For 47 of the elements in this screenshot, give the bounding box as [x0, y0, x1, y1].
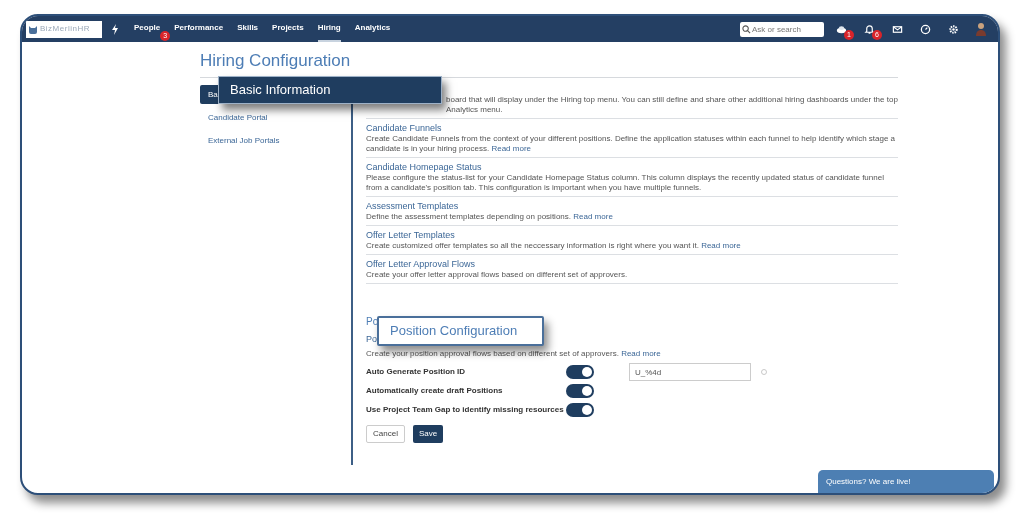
section-description: Create your offer letter approval flows based on different set of approvers.	[366, 270, 629, 280]
section-description: board that will display under the Hiring top menu. You can still define and share other additional hiring dashboards under the top Analytics menu.	[446, 95, 898, 115]
read-more-link[interactable]: Read more	[621, 349, 661, 358]
bolt-icon[interactable]	[111, 23, 119, 35]
nav-tab[interactable]: Skills	[237, 16, 259, 42]
chat-button[interactable]: Questions? We are live!	[818, 470, 994, 493]
section-description: Create your position approval flows based on different set of approvers. Read more	[366, 349, 661, 359]
save-button[interactable]: Save	[412, 425, 444, 443]
position-id-field[interactable]: U_%4d	[629, 363, 751, 381]
nav-tab[interactable]: Projects	[272, 16, 304, 42]
section-title[interactable]: Assessment Templates	[366, 200, 898, 212]
section-description: Define the assessment templates depending on positions. Read more	[366, 212, 614, 222]
toggle-switch[interactable]	[566, 384, 594, 398]
read-more-link[interactable]: Read more	[701, 241, 741, 250]
owl-icon	[28, 24, 38, 34]
search-field[interactable]: Ask or search	[740, 21, 824, 37]
section-title[interactable]: Offer Letter Approval Flows	[366, 258, 898, 270]
cancel-button[interactable]: Cancel	[366, 425, 405, 443]
section-title[interactable]: Candidate Funnels	[366, 122, 898, 134]
section-description: Create customized offer templates so all the neccessary information is right where you want it. Read more	[366, 241, 742, 251]
section-title[interactable]: Offer Letter Templates	[366, 229, 898, 241]
label-tooltip: Basic Information	[218, 76, 442, 104]
avatar-icon[interactable]	[976, 22, 986, 36]
logo-text: BizMerlinHR	[40, 23, 90, 35]
search-icon	[742, 24, 751, 34]
setting-label: Automatically create draft Positions	[366, 385, 504, 397]
label-tooltip: Position Configuration	[377, 316, 544, 346]
section-description: Create Candidate Funnels from the context of your different positions. Define the application statuses within each funnel to help identify which stage a candidate is in your hiring process. Read more	[366, 134, 897, 154]
nav-tab[interactable]: Analytics	[354, 16, 391, 42]
toggle-switch[interactable]	[566, 365, 594, 379]
sidebar-item[interactable]: Candidate Portal	[200, 108, 349, 127]
setting-label: Use Project Team Gap to identify missing resources	[366, 404, 565, 416]
settings-icon[interactable]	[948, 23, 959, 35]
section-title[interactable]: Candidate Homepage Status	[366, 161, 898, 173]
mail-icon[interactable]	[892, 23, 903, 35]
read-more-link[interactable]: Read more	[491, 144, 531, 153]
toggle-switch[interactable]	[566, 403, 594, 417]
read-more-link[interactable]: Read more	[573, 212, 613, 221]
bell-icon[interactable]	[864, 23, 875, 35]
sidebar-item[interactable]: External Job Portals	[200, 131, 349, 150]
section-description: Please configure the status-list for your Candidate Homepage Status column. This column displays the recently updated status of candidate funnel from a candidate's position tab. This configuration is important when you have multiple funnels.	[366, 173, 885, 193]
nav-tab[interactable]: Hiring	[317, 16, 341, 42]
nav-tab[interactable]: People	[134, 16, 161, 42]
setting-label: Auto Generate Position ID	[366, 366, 467, 378]
gauge-icon[interactable]	[920, 23, 931, 35]
section-title[interactable]: Po	[366, 334, 377, 345]
nav-tab[interactable]: Performance	[174, 16, 224, 42]
